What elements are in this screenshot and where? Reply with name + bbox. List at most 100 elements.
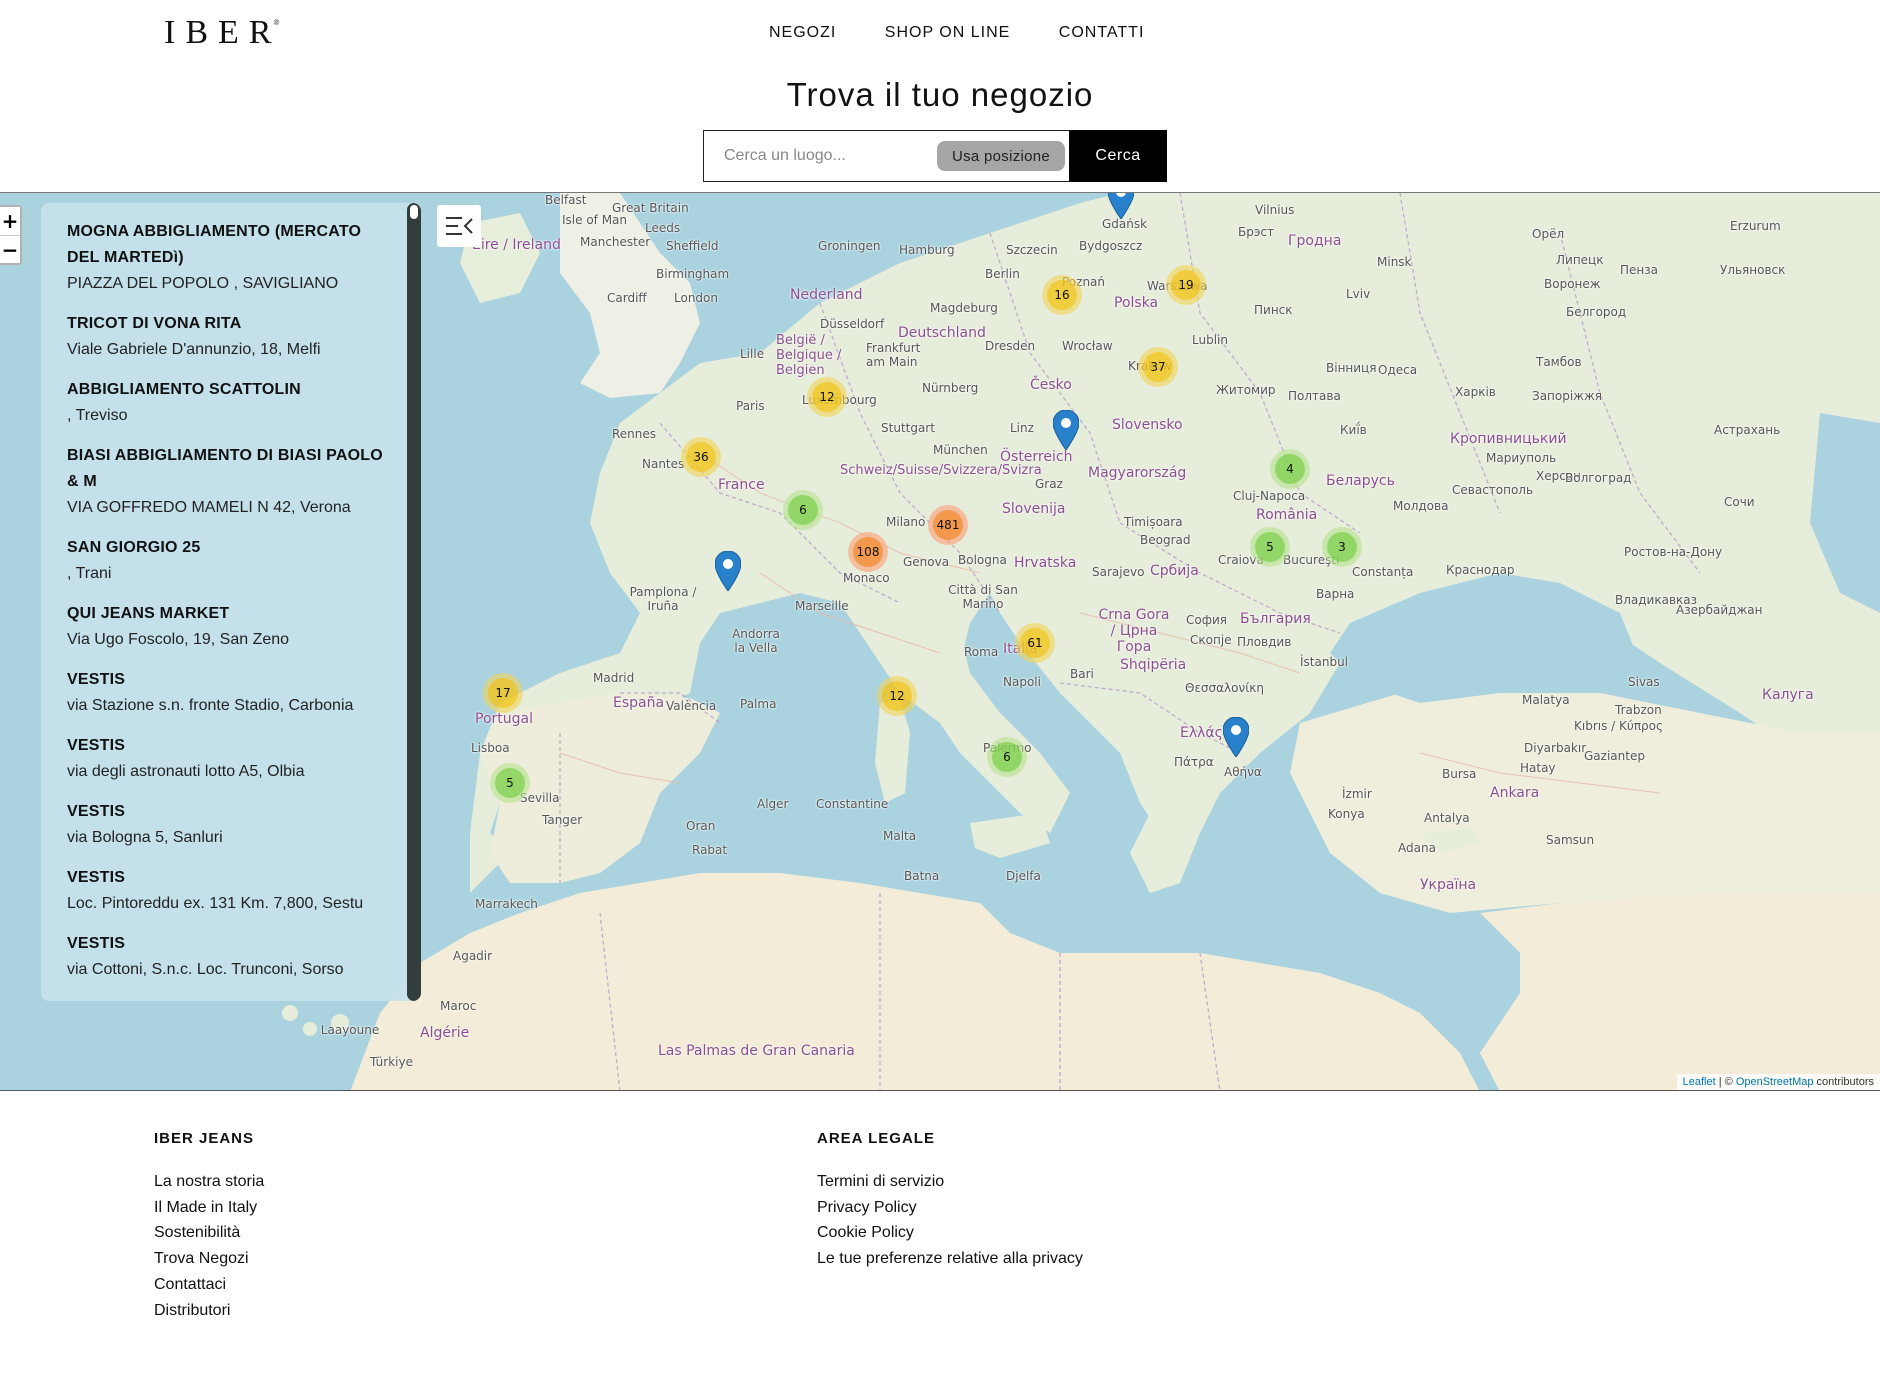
place-label: Malta (883, 829, 917, 843)
place-label: Napoli (1003, 675, 1041, 689)
store-cluster-marker[interactable]: 61 (1015, 623, 1055, 663)
place-label: Laayoune (320, 1023, 380, 1037)
store-name: GIULIANA DE ZIO DI MYRA (67, 997, 393, 1001)
store-list-item[interactable]: QUI JEANS MARKET Via Ugo Foscolo, 19, San… (67, 601, 393, 653)
store-list-item[interactable]: ABBIGLIAMENTO SCATTOLIN , Treviso (67, 377, 393, 429)
footer-link-termini[interactable]: Termini di servizio (817, 1169, 1083, 1195)
store-cluster-marker[interactable]: 17 (483, 673, 523, 713)
store-cluster-marker[interactable]: 6 (987, 737, 1027, 777)
store-cluster-marker[interactable]: 5 (1250, 527, 1290, 567)
place-label: Πάτρα (1174, 755, 1214, 769)
place-label: München (933, 443, 988, 457)
place-label: Las Palmas de Gran Canaria (658, 1043, 855, 1059)
store-cluster-marker[interactable]: 16 (1042, 275, 1082, 315)
footer-link-contattaci[interactable]: Contattaci (154, 1272, 264, 1298)
store-name: VESTIS (67, 737, 126, 754)
store-list-item[interactable]: VESTIS via Stazione s.n. fronte Stadio, C… (67, 667, 393, 719)
store-cluster-marker[interactable]: 481 (928, 505, 968, 545)
footer-link-sostenibilita[interactable]: Sostenibilità (154, 1220, 264, 1246)
place-label: İstanbul (1300, 655, 1349, 669)
store-cluster-marker[interactable]: 36 (681, 437, 721, 477)
nav-item-shop-online[interactable]: SHOP ON LINE (885, 24, 1011, 42)
store-pin-marker[interactable] (1223, 717, 1249, 757)
store-list-item[interactable]: VESTIS via degli astronauti lotto A5, Olb… (67, 733, 393, 785)
cluster-count: 6 (992, 742, 1022, 772)
store-address: Via Ugo Foscolo, 19, San Zeno (67, 631, 290, 648)
store-address: , Treviso (67, 407, 128, 424)
place-label: Samsun (1546, 833, 1595, 847)
footer-link-privacy[interactable]: Privacy Policy (817, 1195, 1083, 1221)
place-label: Nantes (642, 457, 685, 471)
nav-item-negozi[interactable]: NEGOZI (769, 24, 836, 42)
store-list-item[interactable]: MOGNA ABBIGLIAMENTO (MERCATO DEL MARTEDì… (67, 219, 393, 297)
cluster-count: 12 (812, 382, 842, 412)
store-cluster-marker[interactable]: 12 (877, 676, 917, 716)
footer-link-made-in-italy[interactable]: Il Made in Italy (154, 1195, 264, 1221)
search-button[interactable]: Cerca (1069, 130, 1167, 182)
store-cluster-marker[interactable]: 37 (1138, 347, 1178, 387)
cluster-count: 5 (1255, 532, 1285, 562)
footer-link-cookie[interactable]: Cookie Policy (817, 1220, 1083, 1246)
store-list-scrollbar[interactable] (407, 203, 421, 1001)
toggle-list-button[interactable] (437, 205, 481, 247)
place-label: Полтава (1288, 389, 1341, 403)
place-label: Česko (1030, 377, 1072, 393)
place-label: Пловдив (1237, 635, 1292, 649)
store-list-item[interactable]: GIULIANA DE ZIO DI MYRAVIA BOSCO 137 , P… (67, 997, 393, 1001)
place-label: Djelfa (1006, 869, 1041, 883)
place-label: Türkiye (370, 1055, 413, 1069)
brand-logo[interactable]: IBER® (164, 14, 288, 52)
place-label: Hrvatska (1014, 555, 1077, 571)
cluster-count: 5 (495, 768, 525, 798)
store-list-item[interactable]: VESTIS via Bologna 5, Sanluri (67, 799, 393, 851)
store-name: ABBIGLIAMENTO SCATTOLIN (67, 381, 301, 398)
place-label: Graz (1035, 477, 1063, 491)
store-map[interactable]: Belfast Great Britain Isle of Man Eire /… (0, 192, 1880, 1091)
osm-link[interactable]: OpenStreetMap (1736, 1076, 1814, 1088)
store-pin-marker[interactable] (1108, 192, 1134, 219)
store-list-item[interactable]: SAN GIORGIO 25 , Trani (67, 535, 393, 587)
store-cluster-marker[interactable]: 5 (490, 763, 530, 803)
place-label: Magdeburg (930, 301, 998, 315)
footer-link-storia[interactable]: La nostra storia (154, 1169, 264, 1195)
footer-link-preferenze-privacy[interactable]: Le tue preferenze relative alla privacy (817, 1246, 1083, 1272)
place-label: Palma (740, 697, 777, 711)
footer-link-trova-negozi[interactable]: Trova Negozi (154, 1246, 264, 1272)
place-label: Молдова (1393, 499, 1449, 513)
store-list-item[interactable]: BIASI ABBIGLIAMENTO DI BIASI PAOLO & M VI… (67, 443, 393, 521)
store-list-item[interactable]: TRICOT DI VONA RITA Viale Gabriele D'annu… (67, 311, 393, 363)
use-position-button[interactable]: Usa posizione (937, 141, 1065, 171)
search-bar: Usa posizione Cerca (703, 130, 1167, 182)
place-label: València (666, 699, 717, 713)
place-label: Ελλάς (1180, 725, 1223, 741)
nav-item-contatti[interactable]: CONTATTI (1059, 24, 1145, 42)
cluster-count: 6 (788, 495, 818, 525)
place-label: Bari (1070, 667, 1094, 681)
place-label: Брэст (1238, 225, 1275, 239)
scroll-thumb[interactable] (410, 205, 418, 219)
zoom-out-button[interactable]: − (0, 235, 20, 263)
zoom-in-button[interactable]: + (0, 207, 20, 235)
store-list-item[interactable]: VESTIS via Cottoni, S.n.c. Loc. Trunconi,… (67, 931, 393, 983)
place-label: Гродна (1288, 233, 1342, 249)
place-label: Gaziantep (1584, 749, 1645, 763)
place-label: Oran (686, 819, 716, 833)
store-list-item[interactable]: VESTIS Loc. Pintoreddu ex. 131 Km. 7,800,… (67, 865, 393, 917)
place-label: Sheffield (666, 239, 719, 253)
place-label: Slovenija (1002, 501, 1066, 517)
store-cluster-marker[interactable]: 19 (1166, 265, 1206, 305)
place-label: Bydgoszcz (1079, 239, 1143, 253)
store-cluster-marker[interactable]: 12 (807, 377, 847, 417)
place-label: Житомир (1216, 383, 1276, 397)
store-pin-marker[interactable] (715, 551, 741, 591)
store-cluster-marker[interactable]: 6 (783, 490, 823, 530)
place-label: Харків (1455, 385, 1496, 399)
footer-link-distributori[interactable]: Distributori (154, 1298, 264, 1324)
store-cluster-marker[interactable]: 108 (848, 532, 888, 572)
store-cluster-marker[interactable]: 4 (1270, 449, 1310, 489)
place-label: Eire / Ireland (472, 237, 561, 253)
store-cluster-marker[interactable]: 3 (1322, 527, 1362, 567)
store-pin-marker[interactable] (1053, 410, 1079, 450)
place-label: Одеса (1378, 363, 1418, 377)
leaflet-link[interactable]: Leaflet (1683, 1076, 1716, 1088)
